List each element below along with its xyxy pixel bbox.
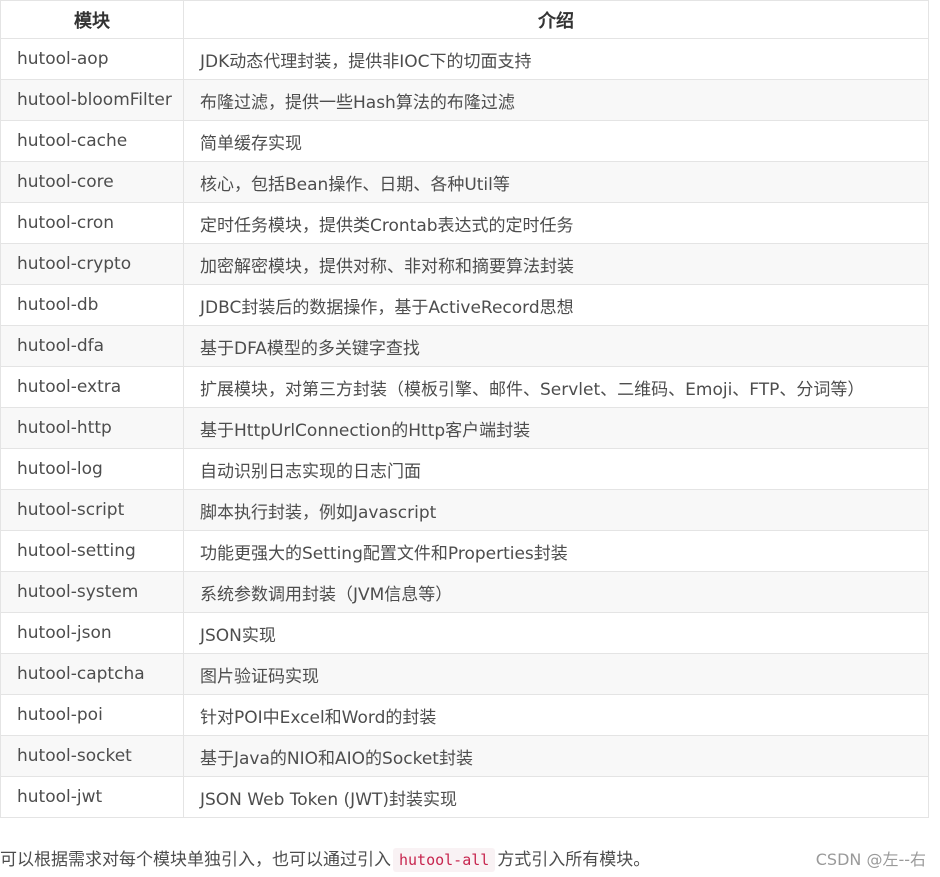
csdn-watermark: CSDN @左--右 [815, 850, 926, 869]
table-header-row: 模块 介绍 [0, 0, 929, 39]
table-row: hutool-setting 功能更强大的Setting配置文件和Properti… [0, 530, 929, 572]
module-description-cell: JDBC封装后的数据操作，基于ActiveRecord思想 [183, 284, 929, 326]
table-row: hutool-poi 针对POI中Excel和Word的封装 [0, 694, 929, 736]
table-row: hutool-aop JDK动态代理封装，提供非IOC下的切面支持 [0, 38, 929, 80]
module-name-cell: hutool-cache [0, 120, 184, 162]
module-name-cell: hutool-jwt [0, 776, 184, 818]
module-name-cell: hutool-json [0, 612, 184, 654]
module-description-cell: 基于HttpUrlConnection的Http客户端封装 [183, 407, 929, 449]
table-row: hutool-bloomFilter 布隆过滤，提供一些Hash算法的布隆过滤 [0, 79, 929, 121]
module-name-cell: hutool-log [0, 448, 184, 490]
table-row: hutool-jwt JSON Web Token (JWT)封装实现 [0, 776, 929, 818]
module-description-cell: JSON实现 [183, 612, 929, 654]
module-name-cell: hutool-cron [0, 202, 184, 244]
module-name-cell: hutool-poi [0, 694, 184, 736]
module-description-cell: 简单缓存实现 [183, 120, 929, 162]
table-row: hutool-http 基于HttpUrlConnection的Http客户端封装 [0, 407, 929, 449]
table-row: hutool-socket 基于Java的NIO和AIO的Socket封装 [0, 735, 929, 777]
module-name-cell: hutool-core [0, 161, 184, 203]
table-row: hutool-crypto 加密解密模块，提供对称、非对称和摘要算法封装 [0, 243, 929, 285]
table-row: hutool-extra 扩展模块，对第三方封装（模板引擎、邮件、Servlet、… [0, 366, 929, 408]
inline-code: hutool-all [393, 848, 496, 872]
module-name-cell: hutool-captcha [0, 653, 184, 695]
module-name-cell: hutool-system [0, 571, 184, 613]
column-header-module: 模块 [0, 0, 184, 39]
module-name-cell: hutool-dfa [0, 325, 184, 367]
module-description-cell: 定时任务模块，提供类Crontab表达式的定时任务 [183, 202, 929, 244]
table-row: hutool-captcha 图片验证码实现 [0, 653, 929, 695]
module-name-cell: hutool-extra [0, 366, 184, 408]
module-description-cell: 布隆过滤，提供一些Hash算法的布隆过滤 [183, 79, 929, 121]
module-name-cell: hutool-http [0, 407, 184, 449]
footer-paragraph: 可以根据需求对每个模块单独引入，也可以通过引入 hutool-all 方式引入所有模… [0, 844, 650, 876]
module-name-cell: hutool-socket [0, 735, 184, 777]
module-name-cell: hutool-crypto [0, 243, 184, 285]
module-description-cell: 图片验证码实现 [183, 653, 929, 695]
module-name-cell: hutool-bloomFilter [0, 79, 184, 121]
table-row: hutool-cron 定时任务模块，提供类Crontab表达式的定时任务 [0, 202, 929, 244]
modules-table: 模块 介绍 hutool-aop JDK动态代理封装，提供非IOC下的切面支持 hu… [0, 0, 929, 818]
table-row: hutool-json JSON实现 [0, 612, 929, 654]
module-description-cell: 针对POI中Excel和Word的封装 [183, 694, 929, 736]
footer-text-after: 方式引入所有模块。 [497, 850, 651, 870]
module-description-cell: 核心，包括Bean操作、日期、各种Util等 [183, 161, 929, 203]
module-description-cell: 功能更强大的Setting配置文件和Properties封装 [183, 530, 929, 572]
module-name-cell: hutool-aop [0, 38, 184, 80]
table-row: hutool-dfa 基于DFA模型的多关键字查找 [0, 325, 929, 367]
module-name-cell: hutool-script [0, 489, 184, 531]
module-description-cell: 脚本执行封装，例如Javascript [183, 489, 929, 531]
column-header-description: 介绍 [183, 0, 929, 39]
module-description-cell: 系统参数调用封装（JVM信息等） [183, 571, 929, 613]
module-description-cell: JSON Web Token (JWT)封装实现 [183, 776, 929, 818]
table-row: hutool-cache 简单缓存实现 [0, 120, 929, 162]
module-description-cell: JDK动态代理封装，提供非IOC下的切面支持 [183, 38, 929, 80]
module-description-cell: 自动识别日志实现的日志门面 [183, 448, 929, 490]
table-body: hutool-aop JDK动态代理封装，提供非IOC下的切面支持 hutool-b… [0, 38, 929, 818]
module-description-cell: 基于DFA模型的多关键字查找 [183, 325, 929, 367]
module-name-cell: hutool-db [0, 284, 184, 326]
table-row: hutool-core 核心，包括Bean操作、日期、各种Util等 [0, 161, 929, 203]
table-row: hutool-log 自动识别日志实现的日志门面 [0, 448, 929, 490]
table-row: hutool-script 脚本执行封装，例如Javascript [0, 489, 929, 531]
module-name-cell: hutool-setting [0, 530, 184, 572]
module-description-cell: 扩展模块，对第三方封装（模板引擎、邮件、Servlet、二维码、Emoji、FT… [183, 366, 929, 408]
module-description-cell: 加密解密模块，提供对称、非对称和摘要算法封装 [183, 243, 929, 285]
table-row: hutool-system 系统参数调用封装（JVM信息等） [0, 571, 929, 613]
module-description-cell: 基于Java的NIO和AIO的Socket封装 [183, 735, 929, 777]
table-row: hutool-db JDBC封装后的数据操作，基于ActiveRecord思想 [0, 284, 929, 326]
footer-text-before: 可以根据需求对每个模块单独引入，也可以通过引入 [0, 850, 391, 870]
